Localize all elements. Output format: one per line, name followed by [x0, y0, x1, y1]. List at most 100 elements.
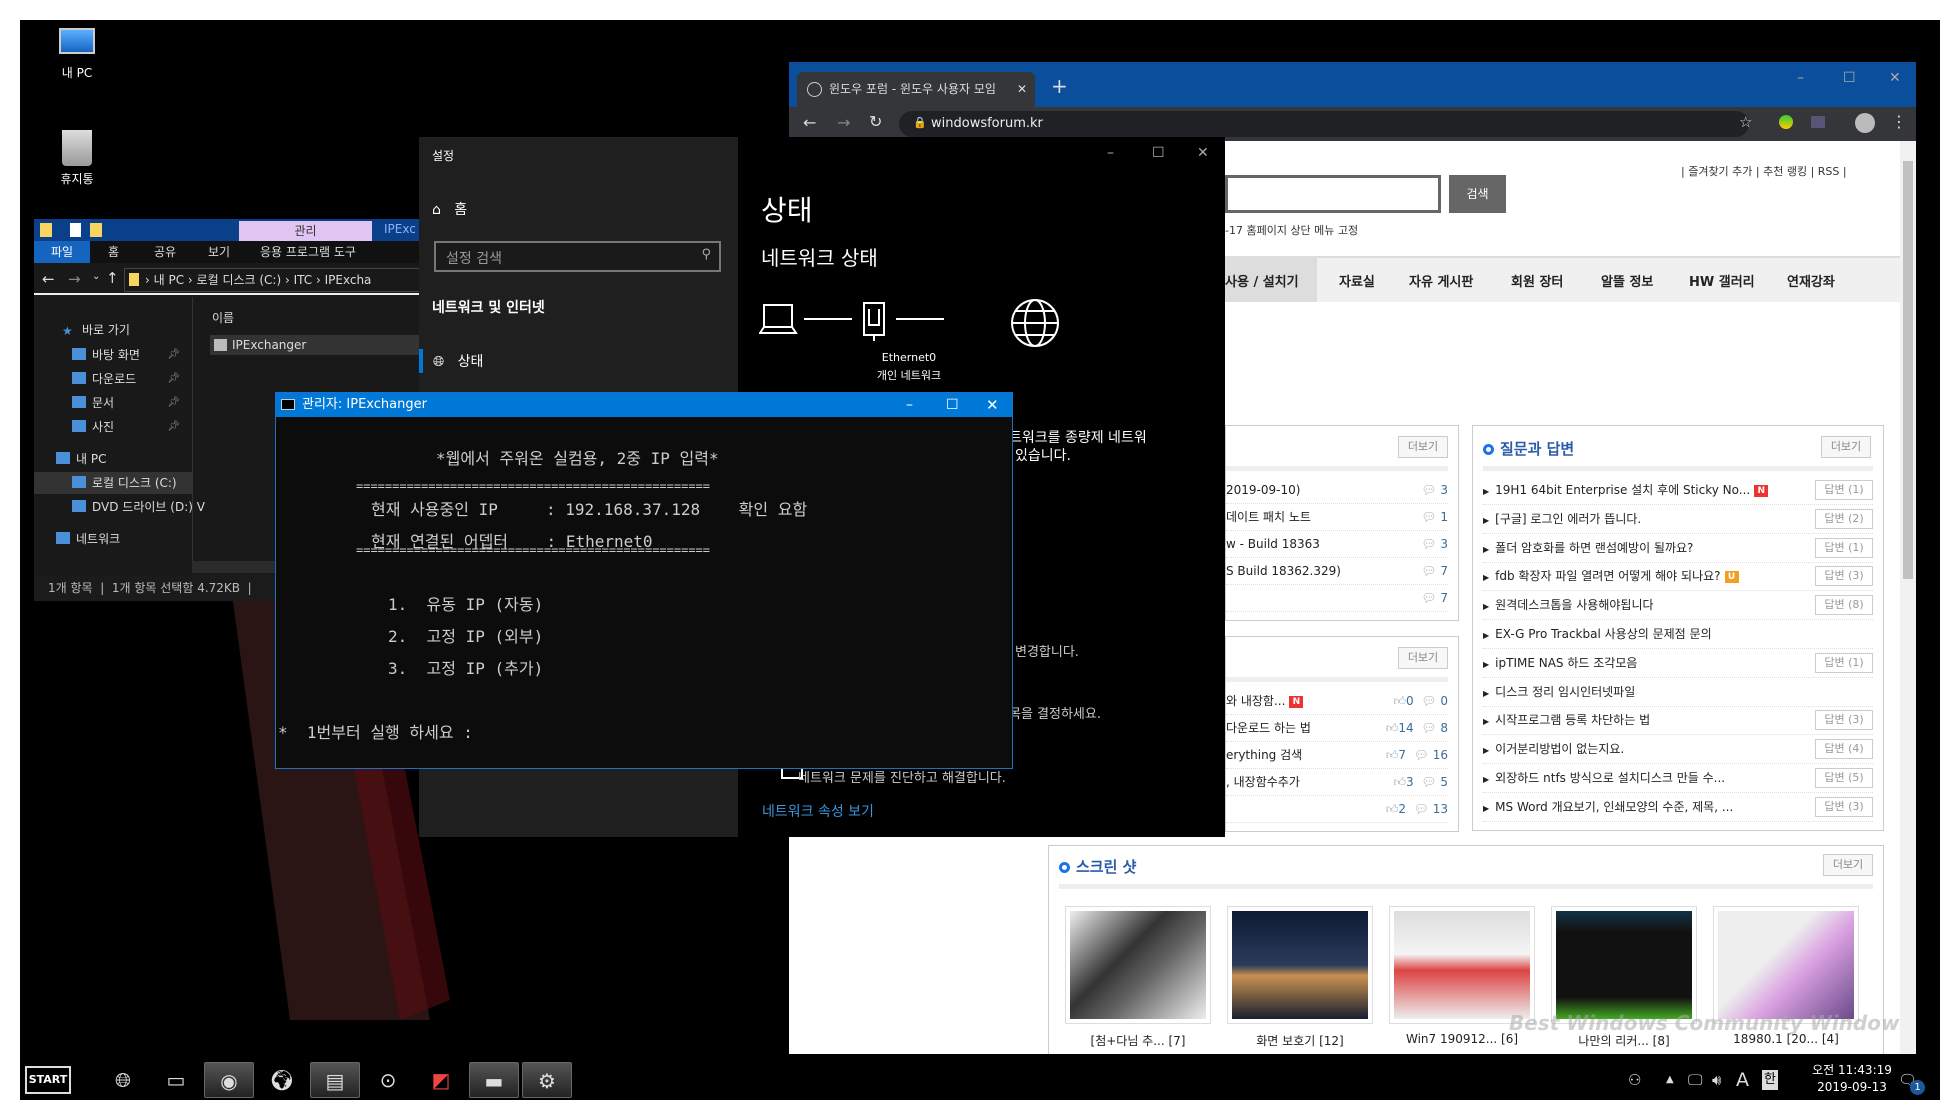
taskbar-app-app[interactable]: ◩ — [416, 1062, 466, 1098]
site-search-button[interactable]: 검색 — [1449, 175, 1506, 213]
view-network-properties-link[interactable]: 네트워크 속성 보기 — [762, 801, 874, 821]
pin-icon[interactable]: 📌︎ — [167, 416, 180, 438]
back-icon[interactable]: ← — [803, 113, 816, 132]
nav-item[interactable]: 다운로드 📌︎ — [34, 368, 192, 390]
reload-icon[interactable]: ↻ — [869, 112, 882, 131]
nav-market[interactable]: 회원 장터 — [1511, 271, 1563, 290]
top-links[interactable]: | 즐겨찾기 추가 | 추천 랭킹 | RSS | — [1681, 163, 1847, 179]
network-tray-icon[interactable]: 🖵︎ — [1688, 1060, 1702, 1100]
nav-install[interactable]: 사용 / 설치기 — [1225, 271, 1299, 290]
clock[interactable]: 오전 11:43:19 2019-09-13 — [1802, 1062, 1902, 1096]
settings-search-input[interactable]: 설정 검색 ⚲ — [434, 241, 721, 272]
answer-count-badge[interactable]: 답변 (1) — [1815, 480, 1873, 500]
show-hidden-icons[interactable]: ▲ — [1666, 1060, 1674, 1100]
nav-series[interactable]: 연재강좌 — [1787, 271, 1835, 290]
screenshot-thumbnail[interactable] — [1713, 906, 1859, 1024]
more-button[interactable]: 더보기 — [1398, 436, 1448, 458]
answer-count-badge[interactable]: 답변 (8) — [1815, 595, 1873, 616]
scrollbar-thumb[interactable] — [1903, 161, 1913, 579]
answer-count-badge[interactable]: 답변 (1) — [1815, 537, 1873, 558]
properties-icon[interactable] — [70, 223, 81, 237]
start-button[interactable]: START — [25, 1066, 71, 1094]
more-button[interactable]: 더보기 — [1821, 436, 1871, 458]
desktop-icon-my-pc[interactable]: 내 PC — [42, 28, 112, 81]
nav-item[interactable]: 내 PC — [34, 448, 192, 470]
forward-icon[interactable]: → — [837, 113, 850, 132]
qa-item[interactable]: ▶ 19H1 64bit Enterprise 설치 후에 Sticky No..… — [1483, 476, 1873, 505]
qa-item[interactable]: ▶ 폴더 암호화를 하면 랜섬예방이 될까요? 답변 (1) — [1483, 534, 1873, 563]
screenshot-thumbnail[interactable] — [1551, 906, 1697, 1024]
nav-status[interactable]: 🌐︎ 상태 — [433, 351, 483, 371]
tab-file[interactable]: 파일 — [34, 241, 90, 263]
taskbar-app-settings-gear[interactable]: ⚙ — [522, 1062, 572, 1098]
qa-item[interactable]: ▶ 시작프로그램 등록 차단하는 법 답변 (3) — [1483, 706, 1873, 736]
pin-icon[interactable]: 📌︎ — [167, 368, 180, 390]
close-tab-icon[interactable]: ✕ — [1017, 72, 1027, 107]
screenshot-caption[interactable]: 화면 보호기 [12] — [1227, 1032, 1373, 1049]
tab-app-tools[interactable]: 응용 프로그램 도구 — [250, 241, 366, 263]
qa-item[interactable]: ▶ MS Word 개요보기, 인쇄모양의 수준, 제목, ... 답변 (3) — [1483, 793, 1873, 822]
taskbar-app-cmd[interactable]: ▬ — [469, 1062, 519, 1098]
taskbar-app-file-explorer[interactable]: ▤ — [310, 1062, 360, 1098]
tab-home[interactable]: 홈 — [98, 241, 129, 263]
list-item[interactable]: 데이트 패치 노트 💬︎ 1 — [1226, 503, 1448, 531]
answer-count-badge[interactable]: 답변 (2) — [1815, 508, 1873, 529]
new-tab-button[interactable]: + — [1051, 74, 1068, 98]
site-search-input[interactable] — [1225, 175, 1441, 213]
qa-item[interactable]: ▶ ipTIME NAS 하드 조각모음 답변 (1) — [1483, 649, 1873, 678]
people-icon[interactable]: ⚇ — [1628, 1060, 1641, 1100]
extension-icon[interactable] — [1779, 115, 1793, 129]
qa-item[interactable]: ▶ 외장하드 ntfs 방식으로 설치디스크 만들 수... 답변 (5) — [1483, 764, 1873, 793]
nav-downloads[interactable]: 자료실 — [1339, 271, 1375, 290]
cmd-prompt[interactable]: * 1번부터 실행 하세요 : — [278, 719, 473, 743]
list-item[interactable]: 다운로드 하는 법 👍︎14 💬︎ 8 — [1226, 714, 1448, 742]
minimize-button[interactable]: – — [1107, 145, 1114, 161]
ribbon-context-tab[interactable]: 관리 — [239, 221, 372, 241]
qa-item[interactable]: ▶ 원격데스크톱을 사용해야됩니다 답변 (8) — [1483, 591, 1873, 621]
minimize-button[interactable]: – — [906, 393, 913, 417]
maximize-button[interactable]: ☐ — [1152, 145, 1165, 161]
bookmark-star-icon[interactable]: ☆ — [1739, 113, 1752, 131]
ime-hangul-indicator[interactable]: 한 — [1762, 1070, 1778, 1090]
screenshot-caption[interactable]: [첨+다님 추... [7] — [1065, 1032, 1211, 1049]
column-header-name[interactable]: 이름 — [212, 309, 234, 326]
tab-share[interactable]: 공유 — [144, 241, 186, 263]
nav-item[interactable]: 바탕 화면 📌︎ — [34, 344, 192, 366]
desktop-icon-recycle-bin[interactable]: 휴지통 — [42, 130, 112, 187]
nav-tips[interactable]: 알뜰 정보 — [1601, 271, 1653, 290]
file-row[interactable]: IPExchanger — [210, 335, 420, 355]
answer-count-badge[interactable]: 답변 (5) — [1815, 768, 1873, 788]
qa-item[interactable]: ▶ 이거분리방법이 없는지요. 답변 (4) — [1483, 735, 1873, 765]
nav-item[interactable]: DVD 드라이브 (D:) V — [34, 496, 205, 518]
nav-item[interactable]: ★ 바로 가기 — [34, 319, 192, 341]
crumb[interactable]: ITC — [294, 273, 313, 287]
more-button[interactable]: 더보기 — [1398, 647, 1448, 669]
nav-free-board[interactable]: 자유 게시판 — [1409, 271, 1473, 290]
maximize-button[interactable]: ☐ — [1843, 70, 1856, 86]
list-item[interactable]: , 내장함수추가 👍︎3 💬︎ 5 — [1226, 768, 1448, 796]
more-button[interactable]: 더보기 — [1823, 854, 1873, 876]
nav-item[interactable]: 네트워크 — [34, 528, 192, 550]
profile-avatar[interactable] — [1855, 113, 1875, 133]
answer-count-badge[interactable]: 답변 (1) — [1815, 652, 1873, 673]
qa-item[interactable]: ▶ EX-G Pro Trackbal 사용상의 문제점 문의 — [1483, 620, 1873, 649]
browser-tab[interactable]: 윈도우 포럼 - 윈도우 사용자 모임 ✕ — [797, 72, 1035, 107]
answer-count-badge[interactable]: 답변 (3) — [1815, 566, 1873, 587]
taskbar-app-earth[interactable]: 🌍︎ — [257, 1062, 307, 1098]
address-bar[interactable]: 🔒 windowsforum.kr — [899, 111, 1749, 137]
crumb[interactable]: 내 PC — [154, 273, 184, 287]
list-item[interactable]: w - Build 18363 💬︎ 3 — [1226, 530, 1448, 558]
close-button[interactable]: ✕ — [1889, 70, 1901, 86]
answer-count-badge[interactable]: 답변 (4) — [1815, 739, 1873, 760]
close-button[interactable]: ✕ — [1197, 145, 1209, 161]
extension-icon[interactable] — [1811, 116, 1825, 128]
answer-count-badge[interactable]: 답변 (3) — [1815, 796, 1873, 817]
nav-hw-gallery[interactable]: HW 갤러리 — [1689, 271, 1755, 290]
taskbar-app-media-player[interactable]: ⊙ — [363, 1062, 413, 1098]
page-scrollbar[interactable] — [1900, 141, 1916, 1054]
screenshot-thumbnail[interactable] — [1389, 906, 1535, 1024]
close-button[interactable]: ✕ — [986, 393, 999, 417]
screenshot-thumbnail[interactable] — [1065, 906, 1211, 1024]
breadcrumb[interactable]: › 내 PC › 로컬 디스크 (C:) › ITC › IPExcha — [124, 268, 420, 292]
crumb[interactable]: 로컬 디스크 (C:) — [197, 273, 282, 287]
